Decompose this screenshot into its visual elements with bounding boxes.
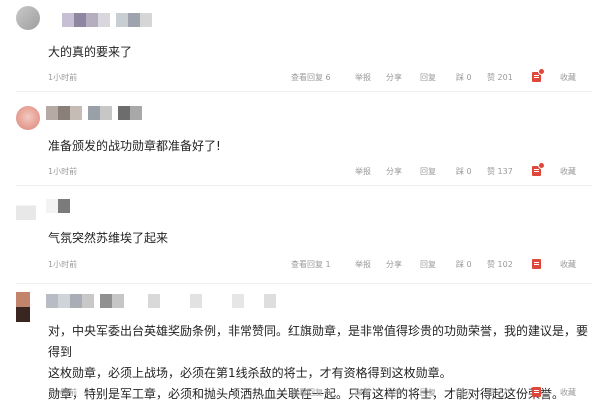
dislike-button[interactable]: 踩 0	[456, 166, 472, 177]
report-link[interactable]: 举报	[355, 387, 371, 398]
comment-time: 1小时前	[48, 260, 78, 269]
view-replies-link[interactable]: 查看回复 1	[291, 259, 331, 270]
comment-time: 1小时前	[48, 388, 78, 397]
avatar[interactable]	[16, 106, 40, 130]
share-link[interactable]: 分享	[386, 259, 402, 270]
comment-text: 准备颁发的战功勋章都准备好了!	[48, 139, 221, 153]
reply-link[interactable]: 回复	[420, 72, 436, 83]
report-link[interactable]: 举报	[355, 166, 371, 177]
username-pixelated[interactable]	[62, 13, 152, 27]
reply-link[interactable]: 回复	[420, 259, 436, 270]
comment-item: 对，中央军委出台英雄奖励条例，非常赞同。红旗勋章，是非常值得珍贵的功勋荣誉，我的…	[0, 284, 600, 408]
comment-item: 大的真的要来了 1小时前 查看回复 6 举报 分享 回复 踩 0 赞 201 收…	[0, 0, 600, 92]
avatar[interactable]	[16, 196, 36, 220]
gift-badge-icon[interactable]	[532, 384, 544, 397]
like-button[interactable]: 赞 201	[487, 72, 513, 83]
gift-badge-icon[interactable]	[532, 162, 545, 176]
comment-meta: 1小时前 举报 分享 回复 踩 0 赞 137 收藏	[48, 162, 588, 179]
collect-link[interactable]: 收藏	[560, 72, 576, 83]
comment-item: 气氛突然苏维埃了起来 1小时前 查看回复 1 举报 分享 回复 踩 0 赞 10…	[0, 186, 600, 284]
dislike-button[interactable]: 踩 7	[456, 387, 472, 398]
gift-badge-icon[interactable]	[532, 68, 545, 82]
share-link[interactable]: 分享	[386, 387, 402, 398]
collect-link[interactable]: 收藏	[560, 166, 576, 177]
view-replies-link[interactable]: 查看回复 6	[291, 72, 331, 83]
comment-text-line: 这枚勋章，必须上战场，必须在第1线杀敌的将士，才有资格得到这枚勋章。	[48, 366, 452, 380]
dislike-button[interactable]: 踩 0	[456, 72, 472, 83]
share-link[interactable]: 分享	[386, 72, 402, 83]
gift-badge-icon[interactable]	[532, 256, 544, 269]
comment-meta: 1小时前 查看回复 6 举报 分享 回复 踩 0 赞 201 收藏	[48, 68, 588, 85]
like-button[interactable]: 赞 77	[487, 387, 508, 398]
avatar[interactable]	[16, 6, 40, 30]
avatar[interactable]	[16, 292, 30, 322]
comment-meta: 1小时前 查看回复 8 举报 分享 回复 踩 7 赞 77 收藏	[48, 386, 588, 400]
comment-meta: 1小时前 查看回复 1 举报 分享 回复 踩 0 赞 102 收藏	[48, 258, 588, 272]
username-pixelated[interactable]	[46, 106, 142, 120]
share-link[interactable]: 分享	[386, 166, 402, 177]
view-replies-link[interactable]: 查看回复 8	[291, 387, 331, 398]
report-link[interactable]: 举报	[355, 259, 371, 270]
dislike-button[interactable]: 踩 0	[456, 259, 472, 270]
report-link[interactable]: 举报	[355, 72, 371, 83]
comment-time: 1小时前	[48, 73, 78, 82]
like-button[interactable]: 赞 102	[487, 259, 513, 270]
comment-time: 1小时前	[48, 167, 78, 176]
comment-text: 大的真的要来了	[48, 45, 133, 59]
collect-link[interactable]: 收藏	[560, 387, 576, 398]
comment-item: 准备颁发的战功勋章都准备好了! 1小时前 举报 分享 回复 踩 0 赞 137 …	[0, 92, 600, 186]
like-button[interactable]: 赞 137	[487, 166, 513, 177]
collect-link[interactable]: 收藏	[560, 259, 576, 270]
username-pixelated[interactable]	[46, 199, 70, 213]
reply-link[interactable]: 回复	[420, 387, 436, 398]
reply-link[interactable]: 回复	[420, 166, 436, 177]
comment-text: 气氛突然苏维埃了起来	[48, 231, 169, 245]
username-pixelated[interactable]	[46, 294, 276, 308]
comment-text-line: 对，中央军委出台英雄奖励条例，非常赞同。红旗勋章，是非常值得珍贵的功勋荣誉，我的…	[48, 324, 589, 359]
